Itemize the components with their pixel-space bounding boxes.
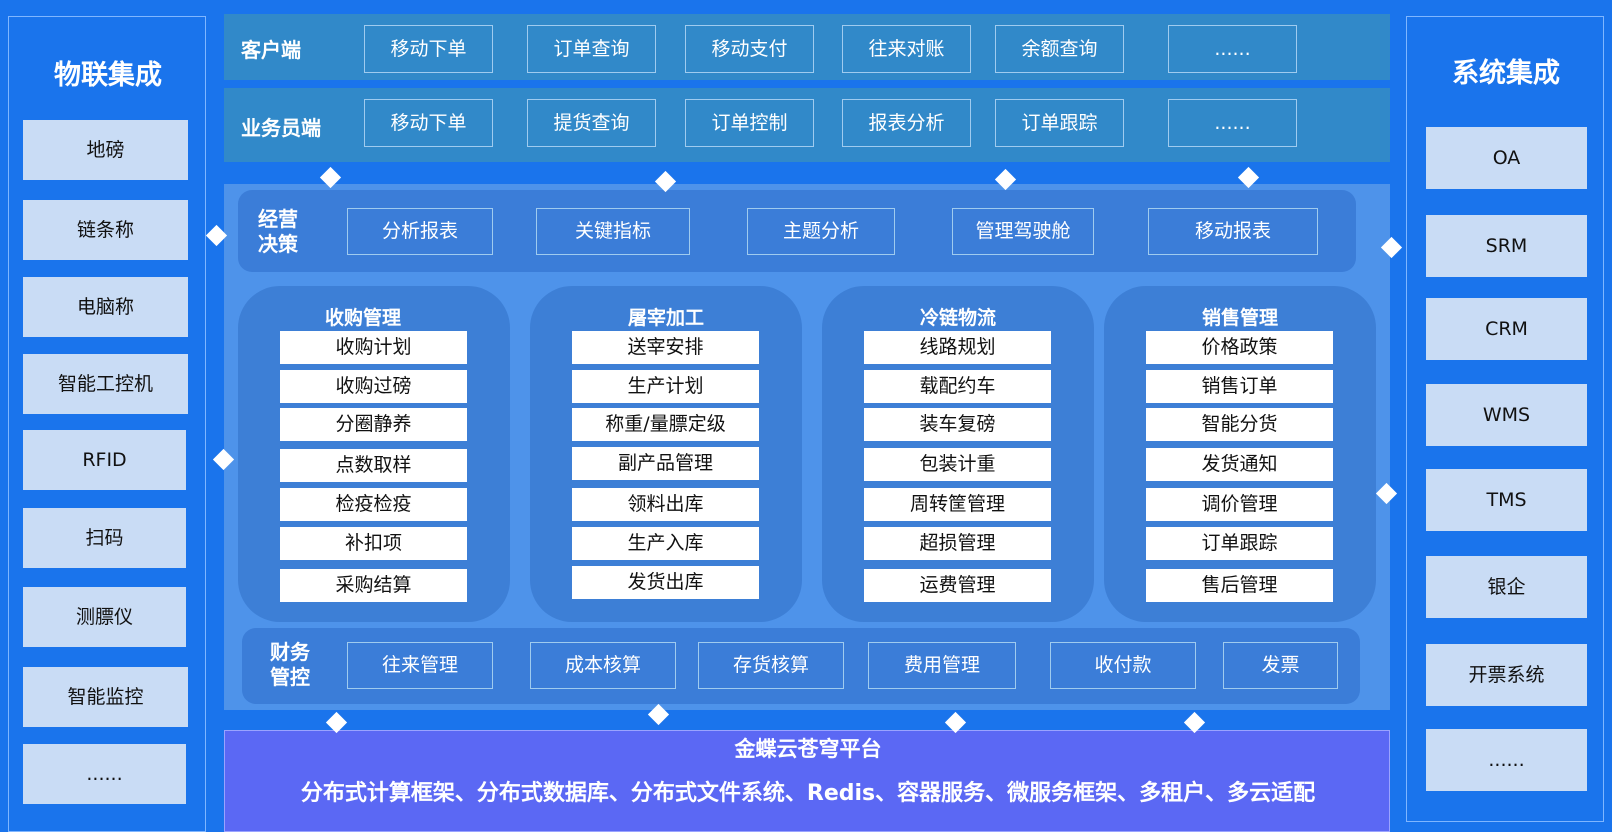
finance-item: 收付款 xyxy=(1050,642,1196,689)
client-item: 移动支付 xyxy=(685,25,814,73)
sales-rep-item: ...... xyxy=(1168,99,1297,147)
module-item: 副产品管理 xyxy=(572,447,759,480)
module-item: 发货出库 xyxy=(572,566,759,599)
module-item: 包装计重 xyxy=(864,448,1051,481)
iot-item: 链条称 xyxy=(23,200,188,260)
system-item: OA xyxy=(1426,127,1587,189)
decision-row: 经营 决策 分析报表 关键指标 主题分析 管理驾驶舱 移动报表 xyxy=(238,190,1356,272)
module-item: 调价管理 xyxy=(1146,488,1333,521)
client-item: ...... xyxy=(1168,25,1297,73)
iot-integration-title: 物联集成 xyxy=(54,60,162,91)
iot-item: 电脑称 xyxy=(23,277,188,337)
finance-label-line1: 财务 xyxy=(270,640,310,664)
platform-description: 分布式计算框架、分布式数据库、分布式文件系统、Redis、容器服务、微服务框架、… xyxy=(300,781,1316,806)
module-item: 智能分货 xyxy=(1146,408,1333,441)
client-item: 移动下单 xyxy=(364,25,493,73)
client-item: 余额查询 xyxy=(995,25,1124,73)
decision-item: 分析报表 xyxy=(347,208,493,255)
module-item: 采购结算 xyxy=(280,569,467,602)
module-item: 生产计划 xyxy=(572,370,759,403)
module-title: 冷链物流 xyxy=(919,307,996,329)
sales-rep-item: 报表分析 xyxy=(842,99,971,147)
iot-item: 地磅 xyxy=(23,120,188,180)
finance-item: 费用管理 xyxy=(868,642,1016,689)
client-label: 客户端 xyxy=(241,38,301,62)
client-item: 往来对账 xyxy=(842,25,971,73)
module-item: 生产入库 xyxy=(572,527,759,560)
iot-item: RFID xyxy=(23,430,186,490)
decision-item: 关键指标 xyxy=(536,208,690,255)
module-item: 检疫检疫 xyxy=(280,488,467,521)
finance-item: 存货核算 xyxy=(698,642,844,689)
iot-item: 智能工控机 xyxy=(23,354,188,414)
module-item: 超损管理 xyxy=(864,527,1051,560)
system-integration-title: 系统集成 xyxy=(1452,58,1560,89)
module-item: 收购计划 xyxy=(280,331,467,364)
module-item: 分圈静养 xyxy=(280,408,467,441)
sales-rep-item: 订单跟踪 xyxy=(995,99,1124,147)
platform-title: 金蝶云苍穹平台 xyxy=(734,737,882,761)
system-item: WMS xyxy=(1426,384,1587,446)
module-item: 称重/量膘定级 xyxy=(572,408,759,441)
sales-rep-label: 业务员端 xyxy=(241,116,321,140)
module-item: 装车复磅 xyxy=(864,408,1051,441)
finance-label: 财务 管控 xyxy=(270,640,310,690)
system-item: CRM xyxy=(1426,298,1587,360)
finance-label-line2: 管控 xyxy=(270,665,310,689)
system-item: SRM xyxy=(1426,215,1587,277)
module-item: 发货通知 xyxy=(1146,448,1333,481)
iot-item: 智能监控 xyxy=(23,667,188,727)
client-band: 客户端 移动下单 订单查询 移动支付 往来对账 余额查询 ...... xyxy=(224,14,1390,80)
module-item: 售后管理 xyxy=(1146,569,1333,602)
system-item: TMS xyxy=(1426,469,1587,531)
module-item: 补扣项 xyxy=(280,527,467,560)
sales-rep-item: 订单控制 xyxy=(685,99,814,147)
finance-row: 财务 管控 往来管理 成本核算 存货核算 费用管理 收付款 发票 xyxy=(242,628,1360,704)
system-item: ...... xyxy=(1426,729,1587,791)
module-item: 销售订单 xyxy=(1146,370,1333,403)
module-item: 领料出库 xyxy=(572,488,759,521)
finance-item: 成本核算 xyxy=(530,642,676,689)
sales-rep-band: 业务员端 移动下单 提货查询 订单控制 报表分析 订单跟踪 ...... xyxy=(224,88,1390,162)
decision-label-line2: 决策 xyxy=(258,232,298,256)
module-item: 价格政策 xyxy=(1146,331,1333,364)
iot-item: ...... xyxy=(23,744,186,804)
system-item: 银企 xyxy=(1426,556,1587,618)
module-item: 点数取样 xyxy=(280,449,467,482)
iot-item: 扫码 xyxy=(23,508,186,568)
system-item: 开票系统 xyxy=(1426,644,1587,706)
finance-item: 发票 xyxy=(1223,642,1338,689)
decision-item: 主题分析 xyxy=(747,208,895,255)
sales-rep-item: 提货查询 xyxy=(527,99,656,147)
module-item: 线路规划 xyxy=(864,331,1051,364)
module-title: 销售管理 xyxy=(1201,307,1278,329)
finance-item: 往来管理 xyxy=(347,642,493,689)
client-item: 订单查询 xyxy=(527,25,656,73)
module-item: 收购过磅 xyxy=(280,370,467,403)
module-item: 周转筐管理 xyxy=(864,488,1051,521)
module-title: 收购管理 xyxy=(324,307,401,329)
decision-label-line1: 经营 xyxy=(258,207,298,231)
platform-panel: 金蝶云苍穹平台 分布式计算框架、分布式数据库、分布式文件系统、Redis、容器服… xyxy=(224,730,1390,832)
decision-label: 经营 决策 xyxy=(258,207,298,257)
decision-item: 管理驾驶舱 xyxy=(952,208,1094,255)
module-item: 运费管理 xyxy=(864,569,1051,602)
decision-item: 移动报表 xyxy=(1148,208,1318,255)
iot-item: 测膘仪 xyxy=(23,587,186,647)
module-item: 送宰安排 xyxy=(572,331,759,364)
module-item: 订单跟踪 xyxy=(1146,527,1333,560)
module-title: 屠宰加工 xyxy=(627,307,704,329)
sales-rep-item: 移动下单 xyxy=(364,99,493,147)
module-item: 载配约车 xyxy=(864,370,1051,403)
